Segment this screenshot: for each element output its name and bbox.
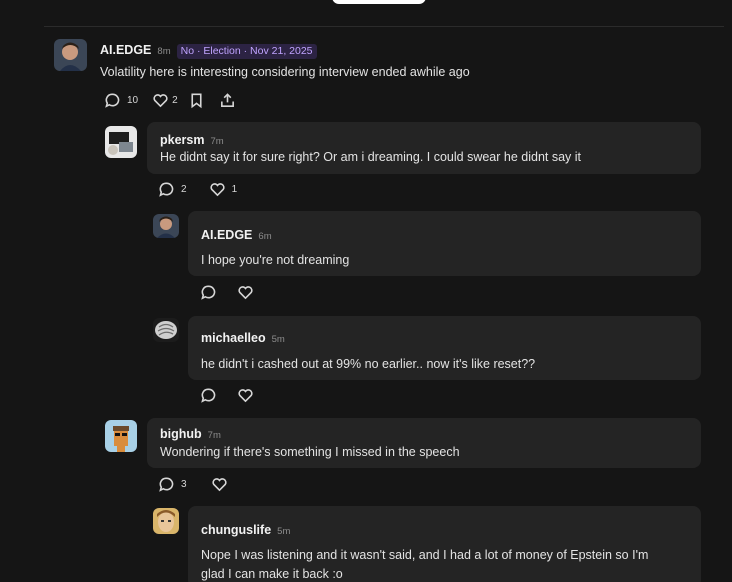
username[interactable]: michaelleo xyxy=(201,331,266,345)
like-button[interactable]: 2 xyxy=(152,92,178,109)
reply-button[interactable]: 2 xyxy=(158,181,187,198)
comment-icon xyxy=(201,285,216,300)
heart-icon xyxy=(238,389,253,403)
timestamp: 5m xyxy=(277,526,291,537)
avatar[interactable] xyxy=(153,508,179,534)
reply-text: He didnt say it for sure right? Or am i … xyxy=(160,150,582,164)
timestamp: 8m xyxy=(157,46,171,57)
reply-text-line: Nope I was listening and it wasn't said,… xyxy=(201,548,649,562)
like-button[interactable] xyxy=(237,387,254,404)
like-button[interactable] xyxy=(211,476,228,493)
reply-bubble: AI.EDGE 6m I hope you're not dreaming xyxy=(188,211,701,276)
reply-bubble: bighub 7m Wondering if there's something … xyxy=(147,418,701,468)
reply-button[interactable]: 3 xyxy=(158,476,187,493)
reply-actions xyxy=(200,284,268,301)
username[interactable]: AI.EDGE xyxy=(100,43,151,57)
share-button[interactable] xyxy=(219,92,236,109)
share-icon xyxy=(220,93,234,107)
timestamp: 6m xyxy=(258,231,272,242)
position-tag: No · Election · Nov 21, 2025 xyxy=(176,44,317,59)
reply-bubble: pkersm 7m He didnt say it for sure right?… xyxy=(147,122,701,174)
avatar[interactable] xyxy=(153,214,179,238)
username[interactable]: pkersm xyxy=(160,133,204,147)
heart-icon xyxy=(209,183,225,197)
reply-button[interactable]: 10 xyxy=(104,92,138,109)
reply-bubble: michaelleo 5m he didn't i cashed out at 9… xyxy=(188,316,701,380)
like-count: 2 xyxy=(172,95,178,106)
reply-actions xyxy=(200,387,268,404)
like-button[interactable] xyxy=(237,284,254,301)
reply-text: I hope you're not dreaming xyxy=(201,253,350,267)
reply-actions: 2 1 xyxy=(158,181,251,198)
username[interactable]: chunguslife xyxy=(201,523,271,537)
reply-text-line: glad I can make it back :o xyxy=(201,567,343,581)
avatar[interactable] xyxy=(105,420,137,452)
avatar[interactable] xyxy=(153,318,179,342)
avatar[interactable] xyxy=(54,39,87,71)
like-button[interactable]: 1 xyxy=(209,181,238,198)
comment-text: Volatility here is interesting consideri… xyxy=(100,65,470,79)
timestamp: 7m xyxy=(207,430,221,441)
reply-count: 10 xyxy=(127,95,139,106)
bookmark-button[interactable] xyxy=(188,92,205,109)
reply-count: 2 xyxy=(181,184,187,195)
comment-icon xyxy=(159,182,174,197)
comment-actions: 10 2 xyxy=(104,92,250,109)
bookmark-icon xyxy=(191,93,202,109)
reply-text: Wondering if there's something I missed … xyxy=(160,445,460,459)
reply-button[interactable] xyxy=(200,387,217,404)
comment-icon xyxy=(201,388,216,403)
avatar[interactable] xyxy=(105,126,137,158)
reply-count: 3 xyxy=(181,479,187,490)
reply-actions: 3 xyxy=(158,476,242,493)
comment-header: AI.EDGE 8m No · Election · Nov 21, 2025 xyxy=(100,41,317,59)
timestamp: 7m xyxy=(210,136,224,147)
reply-bubble: chunguslife 5m Nope I was listening and i… xyxy=(188,506,701,582)
timestamp: 5m xyxy=(271,334,285,345)
heart-icon xyxy=(211,478,227,492)
divider xyxy=(44,26,724,27)
comment-icon xyxy=(105,93,120,108)
username[interactable]: bighub xyxy=(160,427,202,441)
comment-icon xyxy=(159,477,174,492)
reply-button[interactable] xyxy=(200,284,217,301)
reply-text: he didn't i cashed out at 99% no earlier… xyxy=(201,357,536,371)
heart-icon xyxy=(238,286,253,300)
top-button-partial[interactable] xyxy=(332,0,426,4)
heart-icon xyxy=(153,94,168,108)
username[interactable]: AI.EDGE xyxy=(201,228,252,242)
like-count: 1 xyxy=(231,184,238,195)
